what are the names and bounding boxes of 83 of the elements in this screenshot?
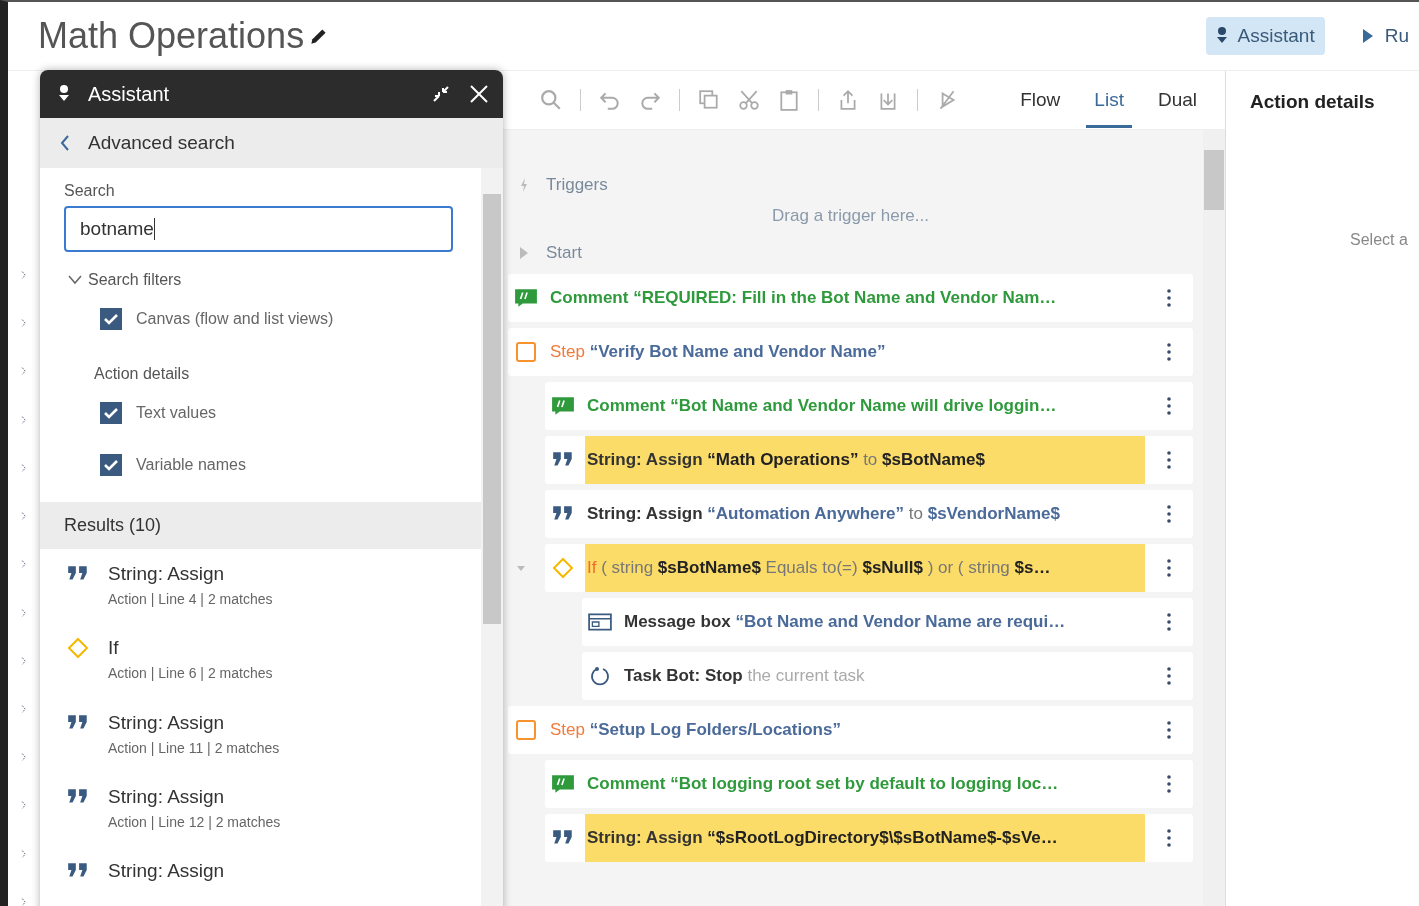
assistant-button[interactable]: Assistant — [1205, 17, 1325, 55]
square-icon — [514, 341, 538, 363]
more-options-icon[interactable] — [1167, 667, 1171, 685]
close-icon[interactable] — [469, 84, 489, 104]
page-title: Math Operations — [38, 15, 305, 57]
view-tab[interactable]: List — [1086, 72, 1132, 128]
comment-icon — [551, 395, 575, 417]
comment-icon — [514, 287, 538, 309]
cut-icon[interactable] — [738, 89, 760, 111]
comment-icon — [551, 773, 575, 795]
action-row[interactable]: String: Assign “Automation Anywhere” to $sVendorName$ — [545, 490, 1193, 538]
action-row[interactable]: Message box “Bot Name and Vendor Name are requi… — [582, 598, 1193, 646]
checkbox-label: Variable names — [136, 456, 246, 475]
result-title[interactable]: String: Assign — [108, 711, 280, 734]
result-title[interactable]: String: Assign — [108, 563, 273, 586]
back-title[interactable]: Advanced search — [88, 132, 235, 154]
lightning-icon — [520, 178, 528, 192]
action-row[interactable]: Comment “Bot Name and Vendor Name will drive loggin… — [545, 382, 1193, 430]
action-row[interactable]: Comment “REQUIRED: Fill in the Bot Name and Vendor Nam… — [508, 274, 1193, 322]
back-icon[interactable] — [60, 135, 70, 151]
more-options-icon[interactable] — [1167, 451, 1171, 469]
triggers-label: Triggers — [546, 175, 608, 195]
action-text: Comment “Bot Name and Vendor Name will drive loggin… — [586, 395, 1058, 417]
collapse-icon[interactable] — [431, 84, 451, 104]
more-options-icon[interactable] — [1167, 289, 1171, 307]
more-options-icon[interactable] — [1167, 343, 1171, 361]
action-row[interactable]: Step “Verify Bot Name and Vendor Name” — [508, 328, 1193, 376]
checkbox[interactable] — [100, 307, 122, 330]
checkbox-label: Text values — [136, 403, 217, 422]
action-text: Message box “Bot Name and Vendor Name are requi… — [623, 611, 1067, 633]
result-meta: Action | Line 4 | 2 matches — [108, 591, 273, 608]
empty-hint: Select a — [1350, 231, 1408, 249]
more-options-icon[interactable] — [1167, 505, 1171, 523]
trigger-drop-hint: Drag a trigger here... — [771, 206, 930, 227]
action-text: Step “Setup Log Folders/Locations” — [549, 719, 842, 741]
panel-title: Action details — [1250, 91, 1376, 113]
action-row[interactable]: Step “Setup Log Folders/Locations” — [508, 706, 1193, 754]
more-options-icon[interactable] — [1167, 829, 1171, 847]
message-box-icon — [588, 611, 612, 633]
more-options-icon[interactable] — [1167, 397, 1171, 415]
result-title[interactable]: If — [108, 637, 273, 660]
panel-title: Assistant — [88, 82, 170, 106]
result-meta: Action | Line 6 | 2 matches — [108, 665, 273, 682]
caret-icon[interactable] — [516, 563, 526, 573]
action-text: String: Assign “Automation Anywhere” to $sVendorName$ — [586, 503, 1061, 525]
result-title[interactable]: String: Assign — [108, 859, 225, 882]
refresh-icon — [588, 665, 612, 687]
search-label: Search — [64, 182, 116, 200]
action-row[interactable]: Task Bot: Stop the current task — [582, 652, 1193, 700]
filter-group-label: Action details — [94, 365, 191, 385]
more-options-icon[interactable] — [1167, 613, 1171, 631]
result-meta: Action | Line 12 | 2 matches — [108, 813, 281, 830]
diamond-icon — [551, 557, 575, 579]
action-text: Task Bot: Stop the current task — [623, 665, 866, 687]
action-row[interactable]: Comment “Bot logging root set by default to logging loc… — [545, 760, 1193, 808]
more-options-icon[interactable] — [1167, 775, 1171, 793]
action-text: Step “Verify Bot Name and Vendor Name” — [549, 341, 887, 363]
diamond-icon — [66, 637, 90, 660]
more-options-icon[interactable] — [1167, 721, 1171, 739]
filters-toggle[interactable]: Search filters — [88, 271, 182, 290]
paste-icon[interactable] — [778, 89, 800, 111]
checkbox[interactable] — [100, 401, 122, 424]
scrollbar[interactable] — [481, 168, 503, 906]
chevron-icon[interactable] — [68, 275, 82, 286]
checkbox[interactable] — [100, 454, 122, 477]
copy-icon[interactable] — [698, 89, 720, 111]
action-text: Comment “Bot logging root set by default to logging loc… — [586, 773, 1060, 795]
scrollbar[interactable] — [1203, 130, 1225, 906]
result-meta: Action | Line 11 | 2 matches — [108, 739, 280, 756]
action-text: Comment “REQUIRED: Fill in the Bot Name and Vendor Nam… — [549, 287, 1058, 309]
result-title[interactable]: String: Assign — [108, 785, 281, 808]
run-button[interactable]: Ru — [1350, 17, 1419, 55]
checkbox-label: Canvas (flow and list views) — [136, 309, 334, 328]
results-header: Results (10) — [40, 501, 481, 550]
play-icon — [1360, 28, 1375, 44]
start-label: Start — [546, 243, 582, 263]
more-options-icon[interactable] — [1167, 559, 1171, 577]
search-icon[interactable] — [540, 89, 562, 111]
square-icon — [514, 719, 538, 741]
view-tab[interactable]: Flow — [1012, 72, 1069, 128]
search-field[interactable]: botname — [64, 206, 453, 252]
play-icon — [520, 247, 528, 259]
view-tab[interactable]: Dual — [1149, 72, 1205, 128]
